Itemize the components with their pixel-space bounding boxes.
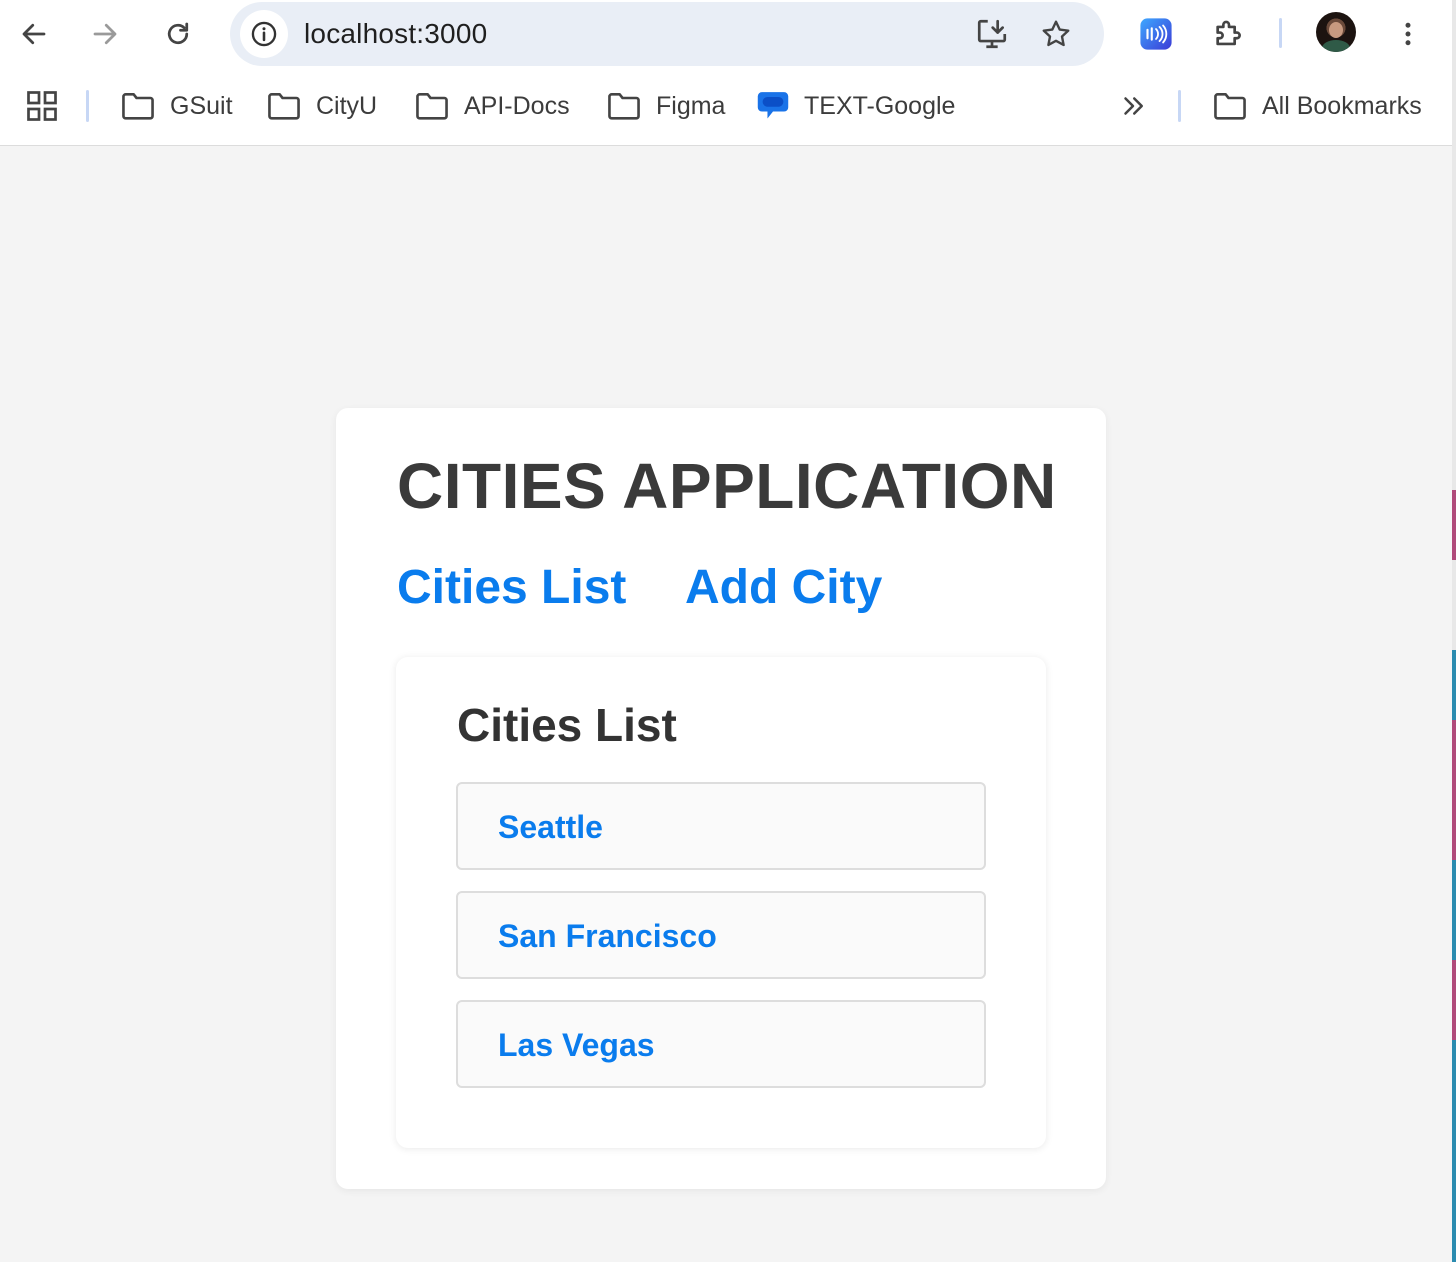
profile-avatar[interactable] <box>1316 12 1356 52</box>
city-list-item[interactable]: Seattle <box>456 782 986 870</box>
folder-icon <box>122 93 154 120</box>
bookmark-label: API-Docs <box>464 91 570 120</box>
bookmark-label: Figma <box>656 91 726 120</box>
city-link-seattle[interactable]: Seattle <box>498 808 603 846</box>
folder-icon <box>1214 93 1246 120</box>
address-bar[interactable]: localhost:3000 <box>230 2 1104 66</box>
chat-bubble-icon <box>757 92 789 119</box>
bookmark-label: GSuit <box>170 91 233 120</box>
bookmark-label: TEXT-Google <box>804 91 956 120</box>
puzzle-icon <box>1216 20 1241 46</box>
folder-icon <box>608 93 640 120</box>
forward-button[interactable] <box>85 14 125 54</box>
bookmark-api-docs[interactable]: API-Docs <box>414 88 570 124</box>
back-button[interactable] <box>14 14 54 54</box>
bookmark-cityu[interactable]: CityU <box>266 88 377 124</box>
city-list-item[interactable]: Las Vegas <box>456 1000 986 1088</box>
city-list-item[interactable]: San Francisco <box>456 891 986 979</box>
bookmark-gsuit[interactable]: GSuit <box>120 88 233 124</box>
apps-button[interactable] <box>24 88 60 124</box>
toolbar-divider <box>1279 18 1282 48</box>
reload-icon <box>167 22 189 45</box>
arrow-left-icon <box>22 23 46 45</box>
double-chevron-right-icon <box>1124 97 1143 115</box>
app-title: CITIES APPLICATION <box>397 450 1057 522</box>
install-monitor-icon <box>977 19 1007 49</box>
info-icon <box>251 21 277 47</box>
all-bookmarks-button[interactable]: All Bookmarks <box>1212 88 1422 124</box>
extensions-menu-button[interactable] <box>1207 12 1251 56</box>
reload-button[interactable] <box>158 14 198 54</box>
apps-grid-icon <box>27 91 57 121</box>
arrow-right-icon <box>93 23 117 45</box>
all-bookmarks-label: All Bookmarks <box>1262 91 1422 120</box>
bookmarks-divider <box>1178 90 1181 122</box>
bookmarks-divider <box>86 90 89 122</box>
city-link-san-francisco[interactable]: San Francisco <box>498 917 717 955</box>
nav-link-cities-list[interactable]: Cities List <box>397 560 626 616</box>
bookmark-star-button[interactable] <box>1036 14 1076 54</box>
star-icon <box>1042 20 1070 47</box>
bookmark-label: CityU <box>316 91 378 120</box>
site-info-button[interactable] <box>240 10 288 58</box>
install-app-button[interactable] <box>972 14 1012 54</box>
extension-button[interactable] <box>1134 12 1178 56</box>
nfc-extension-icon <box>1140 18 1172 50</box>
city-link-las-vegas[interactable]: Las Vegas <box>498 1026 655 1064</box>
nav-link-add-city[interactable]: Add City <box>685 560 882 616</box>
cities-list-panel: Cities List Seattle San Francisco Las Ve… <box>396 657 1046 1148</box>
browser-toolbar: localhost:3000 <box>0 0 1456 68</box>
bookmark-figma[interactable]: Figma <box>606 88 725 124</box>
kebab-menu-icon <box>1405 22 1411 46</box>
folder-icon <box>416 93 448 120</box>
bookmark-text-google[interactable]: TEXT-Google <box>756 88 955 124</box>
background-window-edge <box>1452 0 1456 1262</box>
app-container: CITIES APPLICATION Cities List Add City … <box>336 408 1106 1189</box>
url-text[interactable]: localhost:3000 <box>304 16 487 52</box>
folder-icon <box>268 93 300 120</box>
more-bookmarks-button[interactable] <box>1118 88 1148 124</box>
bookmarks-bar: GSuit CityU API-Docs Figma TEXT-Google A… <box>0 68 1456 146</box>
cities-list-heading: Cities List <box>457 699 677 751</box>
browser-menu-button[interactable] <box>1386 12 1430 56</box>
